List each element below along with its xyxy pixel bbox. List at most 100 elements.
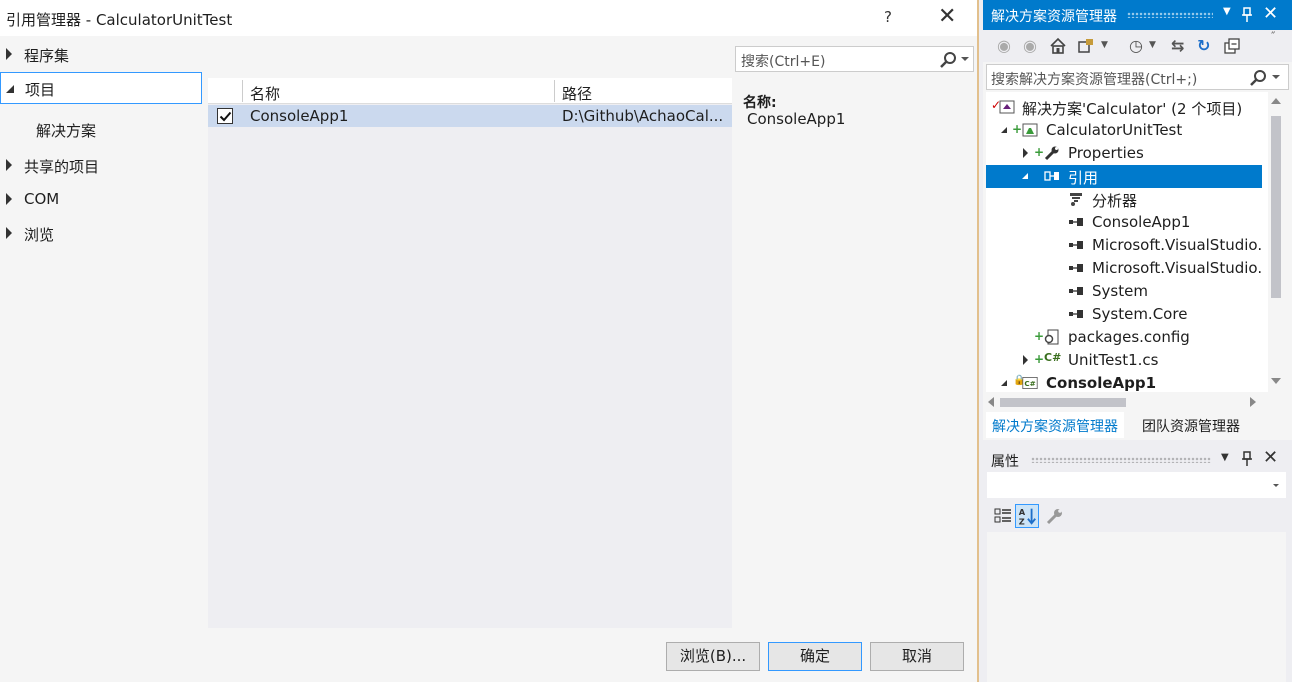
property-pages-wrench-icon[interactable] xyxy=(1045,506,1065,526)
refresh-icon[interactable]: ↻ xyxy=(1197,36,1210,55)
nav-item-assemblies[interactable]: 程序集 xyxy=(0,39,202,71)
scroll-right-icon[interactable] xyxy=(1250,397,1256,407)
scroll-thumb[interactable] xyxy=(1271,116,1281,298)
tree-item-reference[interactable]: System xyxy=(986,280,1268,303)
expand-arrow-icon[interactable] xyxy=(1023,355,1028,365)
category-nav: 程序集 项目 解决方案 共享的项目 COM 浏览 xyxy=(0,38,205,633)
collapse-arrow-icon[interactable] xyxy=(1001,127,1007,133)
svg-text:C#: C# xyxy=(1024,379,1035,388)
overflow-icon[interactable]: ˝ xyxy=(1270,30,1276,43)
tree-item-reference[interactable]: Microsoft.VisualStudio. xyxy=(986,257,1268,280)
tree-item-reference[interactable]: System.Core xyxy=(986,303,1268,326)
close-icon[interactable]: ✕ xyxy=(1263,3,1278,24)
home-icon[interactable] xyxy=(1049,37,1067,55)
close-icon[interactable]: ✕ xyxy=(1263,447,1278,468)
sync-icon[interactable]: ⇆ xyxy=(1171,36,1184,55)
nav-item-solution[interactable]: 解决方案 xyxy=(36,120,96,141)
column-divider[interactable] xyxy=(242,80,243,102)
dialog-titlebar: 引用管理器 - CalculatorUnitTest ? ✕ xyxy=(0,0,977,36)
tree-item-label: ConsoleApp1 xyxy=(1092,213,1191,231)
collapse-arrow-icon xyxy=(6,85,14,93)
nav-item-com[interactable]: COM xyxy=(0,184,202,216)
switch-views-icon[interactable] xyxy=(1077,37,1095,55)
reference-checkbox[interactable] xyxy=(217,108,233,124)
tree-item-unittest-file[interactable]: + C# UnitTest1.cs xyxy=(986,349,1268,372)
scroll-up-icon[interactable] xyxy=(1271,98,1281,104)
pin-icon[interactable] xyxy=(1241,7,1253,23)
tree-item-reference[interactable]: Microsoft.VisualStudio. xyxy=(986,234,1268,257)
browse-button[interactable]: 浏览(B)... xyxy=(666,642,760,671)
tree-item-references[interactable]: 引用 xyxy=(986,165,1262,188)
search-placeholder: 搜索(Ctrl+E) xyxy=(741,54,826,70)
tree-item-packages-config[interactable]: + packages.config xyxy=(986,326,1268,349)
help-button[interactable]: ? xyxy=(884,8,892,26)
dialog-title: 引用管理器 - CalculatorUnitTest xyxy=(6,11,233,29)
tree-item-label: 解决方案'Calculator' (2 个项目) xyxy=(1022,100,1243,118)
collapse-all-icon[interactable] xyxy=(1224,38,1240,54)
search-icon[interactable] xyxy=(939,51,957,69)
scroll-down-icon[interactable] xyxy=(1271,378,1281,384)
object-selector-dropdown[interactable] xyxy=(987,472,1286,498)
references-icon xyxy=(1044,171,1059,181)
ok-button[interactable]: 确定 xyxy=(768,642,862,671)
search-placeholder: 搜索解决方案资源管理器(Ctrl+;) xyxy=(991,72,1198,88)
tree-item-analyzers[interactable]: 分析器 xyxy=(986,188,1268,211)
tree-item-label: 分析器 xyxy=(1092,192,1138,210)
properties-panel: 属性 ▼ ✕ A Z xyxy=(983,444,1292,682)
search-icon[interactable] xyxy=(1249,69,1267,87)
scroll-thumb[interactable] xyxy=(1000,398,1126,407)
cancel-button[interactable]: 取消 xyxy=(870,642,964,671)
collapse-arrow-icon[interactable] xyxy=(1001,380,1007,386)
pending-changes-icon[interactable]: ◷ xyxy=(1129,36,1143,55)
column-header-path[interactable]: 路径 xyxy=(562,83,592,104)
tree-item-properties[interactable]: + Properties xyxy=(986,142,1268,165)
scroll-left-icon[interactable] xyxy=(988,397,994,407)
solution-search-input[interactable]: 搜索解决方案资源管理器(Ctrl+;) xyxy=(986,64,1289,90)
tree-horizontal-scrollbar[interactable] xyxy=(986,394,1268,410)
expand-arrow-icon xyxy=(6,159,12,171)
close-button[interactable]: ✕ xyxy=(938,5,956,29)
categorized-icon[interactable] xyxy=(993,506,1013,526)
tab-team-explorer[interactable]: 团队资源管理器 xyxy=(1136,412,1246,438)
forward-icon[interactable]: ◉ xyxy=(1023,36,1037,55)
csharp-project-icon: C# xyxy=(1022,377,1038,389)
tab-solution-explorer[interactable]: 解决方案资源管理器 xyxy=(986,412,1124,438)
nav-item-label: 项目 xyxy=(25,81,56,99)
tree-item-label: UnitTest1.cs xyxy=(1068,351,1159,369)
reference-icon xyxy=(1069,264,1083,272)
tree-item-label: 引用 xyxy=(1068,169,1099,187)
nav-item-projects[interactable]: 项目 xyxy=(0,72,202,104)
search-options-dropdown-icon[interactable] xyxy=(1272,75,1280,79)
reference-search-input[interactable]: 搜索(Ctrl+E) xyxy=(735,46,974,72)
tree-item-solution[interactable]: ✓ 解决方案'Calculator' (2 个项目) xyxy=(986,96,1268,119)
expand-arrow-icon[interactable] xyxy=(1023,148,1028,158)
back-icon[interactable]: ◉ xyxy=(997,36,1011,55)
chevron-down-icon[interactable] xyxy=(1273,484,1279,487)
expand-arrow-icon xyxy=(6,227,12,239)
window-position-dropdown-icon[interactable]: ▼ xyxy=(1223,6,1231,17)
reference-icon xyxy=(1069,310,1083,318)
column-header-name[interactable]: 名称 xyxy=(250,83,280,104)
pending-changes-dropdown-icon[interactable]: ▼ xyxy=(1149,40,1156,50)
tree-item-label: packages.config xyxy=(1068,328,1190,346)
added-plus-icon: + xyxy=(1012,122,1023,136)
pin-icon[interactable] xyxy=(1241,451,1253,467)
nav-item-shared-projects[interactable]: 共享的项目 xyxy=(0,150,202,182)
tree-item-label: System xyxy=(1092,282,1148,300)
reference-icon xyxy=(1069,218,1083,226)
tree-vertical-scrollbar[interactable] xyxy=(1268,92,1284,392)
tree-item-reference[interactable]: ConsoleApp1 xyxy=(986,211,1268,234)
nav-item-browse[interactable]: 浏览 xyxy=(0,218,202,250)
tree-item-label: Microsoft.VisualStudio. xyxy=(1092,259,1263,277)
collapse-arrow-icon[interactable] xyxy=(1022,173,1028,179)
row-name: ConsoleApp1 xyxy=(250,107,349,125)
window-position-dropdown-icon[interactable]: ▼ xyxy=(1221,452,1229,463)
tree-item-console-project[interactable]: 🔒 C# ConsoleApp1 xyxy=(986,372,1268,392)
tree-item-test-project[interactable]: + CalculatorUnitTest xyxy=(986,119,1268,142)
column-divider[interactable] xyxy=(554,80,555,102)
search-options-dropdown-icon[interactable] xyxy=(961,57,969,61)
table-row[interactable]: ConsoleApp1 D:\Github\AchaoCal... xyxy=(208,105,732,127)
switch-views-dropdown-icon[interactable]: ▼ xyxy=(1101,40,1108,50)
alphabetical-sort-icon[interactable]: A Z xyxy=(1015,504,1039,528)
detail-name-label: 名称: xyxy=(743,95,777,111)
